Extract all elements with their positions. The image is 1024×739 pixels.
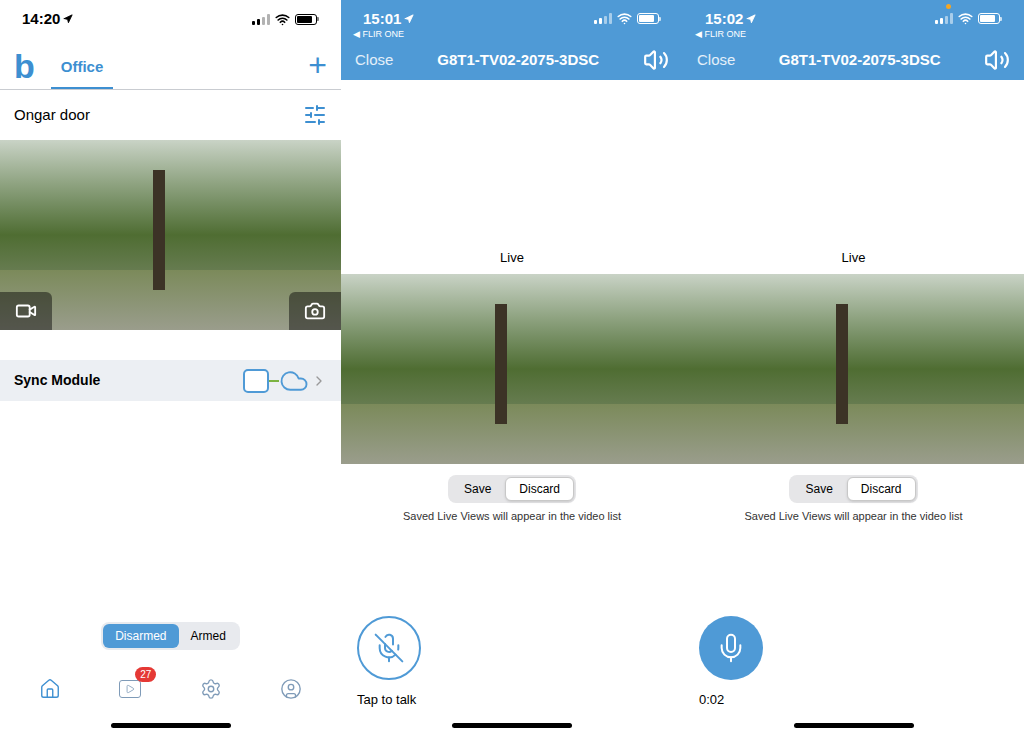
save-hint: Saved Live Views will appear in the vide… <box>683 509 1024 523</box>
close-button[interactable]: Close <box>355 49 393 72</box>
recording-dot <box>946 4 951 9</box>
speaker-icon[interactable] <box>984 47 1010 73</box>
talk-button[interactable] <box>357 616 421 680</box>
tab-bar-item[interactable] <box>197 675 225 703</box>
camera-image[interactable] <box>683 274 1024 464</box>
talk-section: Tap to talk <box>341 616 683 709</box>
save-toggle-option[interactable]: Discard <box>847 477 916 501</box>
back-to-app[interactable]: ◀ FLIR ONE <box>341 28 683 40</box>
profile-icon <box>280 678 302 700</box>
title-row: CloseG8T1-TV02-2075-3DSC <box>341 40 683 80</box>
status-time: 15:02 <box>705 11 743 26</box>
sync-module-icon <box>243 369 269 393</box>
settings-sliders-icon[interactable] <box>303 103 327 127</box>
sync-module-label: Sync Module <box>14 370 100 391</box>
clips-icon <box>119 680 141 698</box>
signal-icon <box>594 13 612 24</box>
back-to-app[interactable]: ◀ FLIR ONE <box>683 28 1024 40</box>
live-label: Live <box>341 248 683 268</box>
battery-icon <box>978 13 1002 24</box>
wifi-icon <box>617 11 632 26</box>
logo[interactable]: b <box>14 49 35 89</box>
home-indicator-area <box>683 712 1024 739</box>
home-indicator[interactable] <box>452 723 572 728</box>
status-icons <box>252 12 319 27</box>
status-bar: 15:01 <box>341 0 683 28</box>
chevron-icon <box>311 373 327 389</box>
signal-icon <box>252 14 270 25</box>
screenshots: 14:20 b Office + Ongar door Sync Module Disarm… <box>0 0 1024 739</box>
mic-muted-icon <box>373 632 405 664</box>
tab-bar-item[interactable]: 27 <box>116 675 144 703</box>
location-icon <box>404 14 414 24</box>
talk-button[interactable] <box>699 616 763 680</box>
arm-toggle: DisarmedArmed <box>101 622 240 650</box>
save-toggle: SaveDiscard <box>789 475 917 503</box>
cloud-icon <box>279 366 309 396</box>
home-indicator[interactable] <box>111 723 231 728</box>
tab-bar: 27 <box>0 666 341 712</box>
camera-name: Ongar door <box>14 104 90 127</box>
camera-serial-title: G8T1-TV02-2075-3DSC <box>735 49 984 72</box>
wifi-icon <box>275 12 290 27</box>
save-toggle-option[interactable]: Save <box>791 477 846 501</box>
battery-icon <box>637 13 661 24</box>
signal-icon <box>935 13 953 24</box>
header: b Office + <box>0 38 341 90</box>
live-view-screen: 15:01◀ FLIR ONECloseG8T1-TV02-2075-3DSCL… <box>341 0 683 739</box>
save-toggle-option[interactable]: Save <box>450 477 505 501</box>
wifi-icon <box>958 11 973 26</box>
title-row: CloseG8T1-TV02-2075-3DSC <box>683 40 1024 80</box>
save-hint: Saved Live Views will appear in the vide… <box>341 509 683 523</box>
battery-icon <box>295 14 319 25</box>
tab-bar-item[interactable] <box>36 675 64 703</box>
status-time: 14:20 <box>22 8 60 31</box>
location-icon <box>63 14 73 24</box>
save-toggle: SaveDiscard <box>448 475 576 503</box>
camera-icon <box>304 300 326 322</box>
gear-icon <box>200 678 222 700</box>
camera-image[interactable] <box>0 140 341 330</box>
talk-label: Tap to talk <box>357 691 416 709</box>
home-indicator[interactable] <box>794 723 914 728</box>
arm-toggle-option[interactable]: Disarmed <box>103 624 178 648</box>
home-indicator-area <box>341 712 683 739</box>
live-view-screen: 15:02◀ FLIR ONECloseG8T1-TV02-2075-3DSCL… <box>683 0 1024 739</box>
live-header: 15:02◀ FLIR ONECloseG8T1-TV02-2075-3DSC <box>683 0 1024 80</box>
sync-module-row[interactable]: Sync Module <box>0 360 341 401</box>
location-tab[interactable]: Office <box>51 56 114 90</box>
status-bar: 14:20 <box>0 0 341 38</box>
camera-serial-title: G8T1-TV02-2075-3DSC <box>393 49 643 72</box>
clips-badge: 27 <box>135 667 156 682</box>
camera-image[interactable] <box>341 274 683 464</box>
add-button[interactable]: + <box>308 49 327 89</box>
status-icons <box>594 11 661 26</box>
tab-bar-item[interactable] <box>277 675 305 703</box>
save-toggle-option[interactable]: Discard <box>505 477 574 501</box>
live-label: Live <box>683 248 1024 268</box>
record-button[interactable] <box>0 292 52 330</box>
live-header: 15:01◀ FLIR ONECloseG8T1-TV02-2075-3DSC <box>341 0 683 80</box>
status-time: 15:01 <box>363 11 401 26</box>
home-screen: 14:20 b Office + Ongar door Sync Module Disarm… <box>0 0 341 739</box>
camera-title-row: Ongar door <box>0 90 341 140</box>
status-bar: 15:02 <box>683 0 1024 28</box>
speaker-icon[interactable] <box>643 47 669 73</box>
home-indicator-area <box>0 712 341 739</box>
mic-icon <box>715 632 747 664</box>
status-icons <box>935 11 1002 26</box>
talk-label: 0:02 <box>699 691 724 709</box>
video-icon <box>15 300 37 322</box>
location-icon <box>746 14 756 24</box>
snapshot-button[interactable] <box>289 292 341 330</box>
home-icon <box>39 678 61 700</box>
talk-section: 0:02 <box>683 616 1024 709</box>
arm-toggle-option[interactable]: Armed <box>179 624 238 648</box>
close-button[interactable]: Close <box>697 49 735 72</box>
